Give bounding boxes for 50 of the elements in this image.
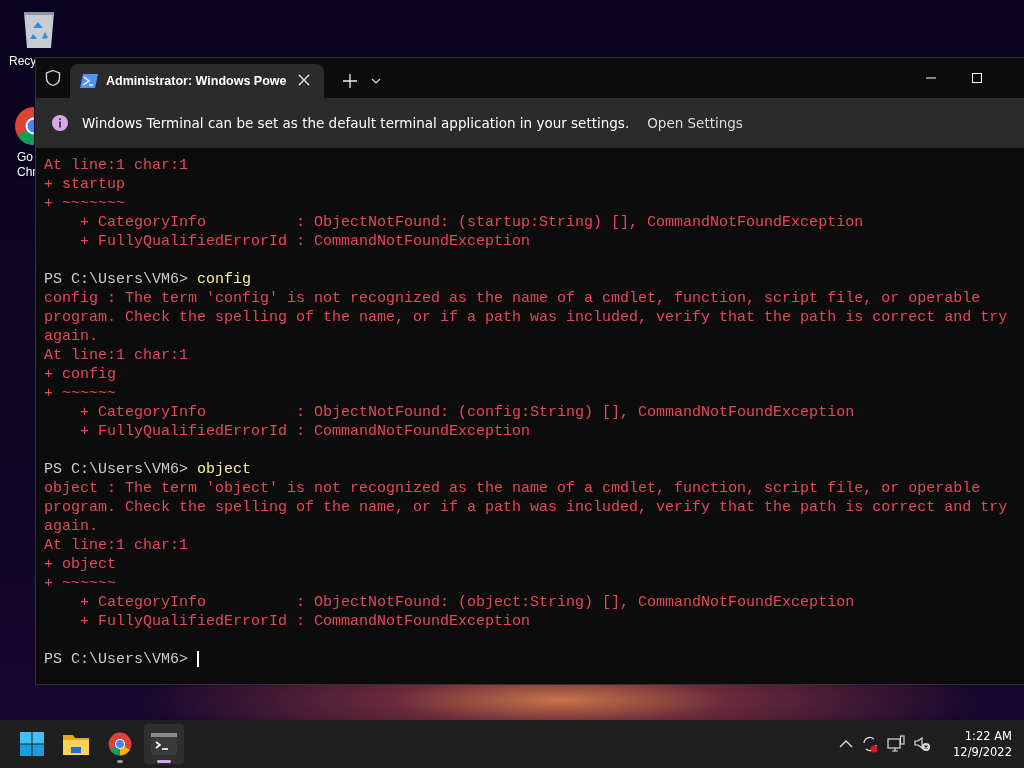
terminal-icon — [151, 733, 177, 755]
clock-date: 12/9/2022 — [953, 744, 1012, 760]
chevron-up-icon[interactable] — [839, 740, 854, 748]
info-icon — [52, 115, 68, 131]
command: object — [197, 461, 252, 478]
error-line: + CategoryInfo : ObjectNotFound: (object:String) [], CommandNotFoundException — [79, 594, 855, 611]
error-line: + ~~~~~~ — [44, 385, 116, 402]
shield-icon — [44, 69, 62, 87]
prompt: PS C:\Users\VM6> — [44, 461, 189, 478]
error-line: + FullyQualifiedErrorId : CommandNotFoundException — [79, 423, 531, 440]
error-line: + CategoryInfo : ObjectNotFound: (config:String) [], CommandNotFoundException — [79, 404, 855, 421]
windows-logo-icon — [20, 732, 44, 756]
terminal-tab[interactable]: Administrator: Windows Powe — [70, 64, 325, 98]
clock-time: 1:22 AM — [964, 728, 1012, 744]
command: config — [197, 271, 252, 288]
error-line: again. — [44, 518, 98, 535]
error-line: again. — [44, 328, 98, 345]
chrome-icon — [108, 732, 132, 756]
close-icon — [298, 73, 311, 86]
chevron-down-icon — [371, 78, 382, 84]
error-line: + FullyQualifiedErrorId : CommandNotFoundException — [79, 613, 531, 630]
error-line: + FullyQualifiedErrorId : CommandNotFoundException — [79, 233, 531, 250]
error-line: object : The term 'object' is not recognized as the name of a cmdlet, function, script file, or operable — [44, 480, 981, 497]
powershell-icon — [80, 74, 98, 88]
info-message: Windows Terminal can be set as the default terminal application in your settings. — [82, 115, 630, 131]
error-line: At line:1 char:1 — [44, 537, 189, 554]
error-line: + ~~~~~~ — [44, 575, 116, 592]
error-line: program. Check the spelling of the name, or if a path was included, verify that the path is correct and try — [44, 499, 1008, 516]
error-line: + config — [44, 366, 116, 383]
open-settings-link[interactable]: Open Settings — [647, 115, 743, 131]
plus-icon — [343, 74, 358, 88]
error-line: At line:1 char:1 — [44, 347, 189, 364]
folder-icon — [63, 733, 89, 755]
error-line: + CategoryInfo : ObjectNotFound: (startup:String) [], CommandNotFoundException — [79, 214, 864, 231]
prompt: PS C:\Users\VM6> — [44, 271, 189, 288]
network-icon[interactable] — [887, 735, 906, 753]
maximize-icon — [972, 73, 983, 83]
desktop-icon-label: Recy — [9, 54, 37, 69]
prompt: PS C:\Users\VM6> — [44, 651, 189, 668]
sync-icon[interactable] — [861, 735, 880, 753]
minimize-icon — [926, 77, 937, 79]
desktop-icon-label: Go Chr — [17, 150, 37, 180]
taskbar-app-button[interactable] — [144, 724, 184, 764]
error-line: + object — [44, 556, 116, 573]
error-line: + startup — [44, 176, 125, 193]
error-line: config : The term 'config' is not recognized as the name of a cmdlet, function, script file, or operable — [44, 290, 981, 307]
error-line: program. Check the spelling of the name, or if a path was included, verify that the path is correct and try — [44, 309, 1008, 326]
error-line: + ~~~~~~~ — [44, 195, 125, 212]
error-line: At line:1 char:1 — [44, 157, 189, 174]
volume-muted-icon[interactable] — [913, 735, 932, 753]
